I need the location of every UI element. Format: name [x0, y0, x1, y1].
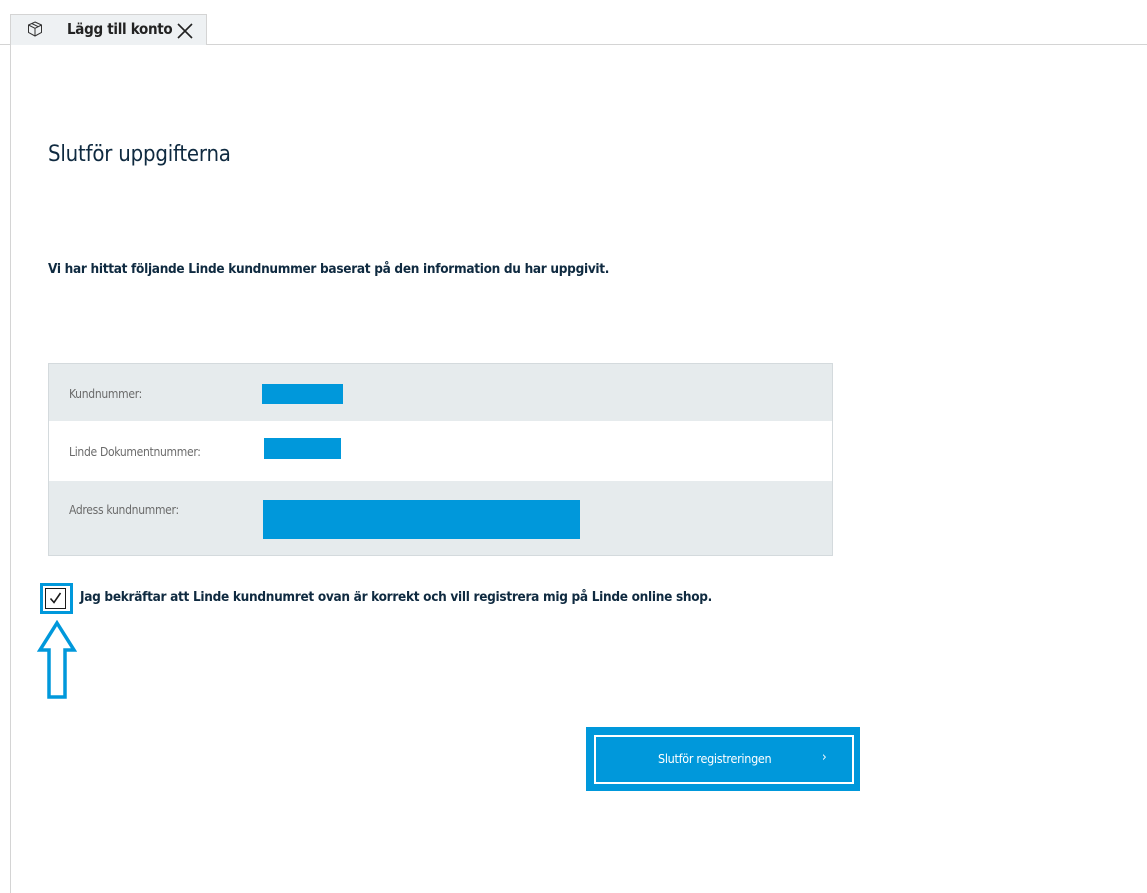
close-icon[interactable] [175, 21, 195, 41]
complete-registration-button[interactable]: Slutför registreringen › [594, 735, 854, 784]
page: Lägg till konto Slutför uppgifterna Vi h… [0, 0, 1147, 893]
confirm-label[interactable]: Jag bekräftar att Linde kundnumret ovan … [80, 589, 712, 605]
customer-number-value [262, 384, 343, 404]
button-label: Slutför registreringen [658, 751, 772, 766]
row-customer-number: Kundnummer: [49, 364, 832, 421]
page-title: Slutför uppgifterna [48, 142, 231, 167]
row-address-number: Adress kundnummer: [49, 481, 832, 555]
row-label: Linde Dokumentnummer: [69, 445, 201, 459]
arrow-up-icon [37, 620, 77, 699]
chevron-right-icon: › [822, 750, 827, 765]
confirm-checkbox[interactable] [45, 588, 66, 609]
intro-text: Vi har hittat följande Linde kundnummer … [48, 261, 610, 277]
row-label: Adress kundnummer: [69, 503, 179, 517]
customer-info-table: Kundnummer: Linde Dokumentnummer: Adress… [48, 363, 833, 556]
checkmark-icon [49, 592, 62, 604]
address-number-value [263, 500, 580, 539]
package-box-icon [26, 20, 44, 38]
tab-label: Lägg till konto [67, 20, 173, 38]
row-document-number: Linde Dokumentnummer: [49, 421, 832, 481]
document-number-value [264, 438, 341, 459]
row-label: Kundnummer: [69, 387, 142, 401]
tab-bar: Lägg till konto [0, 0, 1147, 45]
tab-add-account[interactable]: Lägg till konto [10, 14, 207, 45]
